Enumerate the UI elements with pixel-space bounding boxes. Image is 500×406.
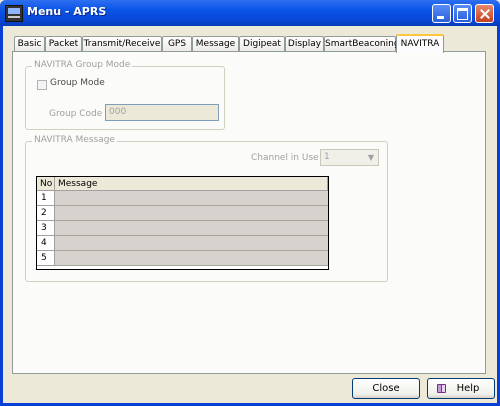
group-mode-checkbox[interactable] bbox=[37, 80, 47, 90]
table-row[interactable]: 3 bbox=[37, 221, 328, 236]
group-mode-groupbox: NAVITRA Group Mode Group Mode Group Code… bbox=[25, 60, 225, 130]
tab-panel-navitra: NAVITRA Group Mode Group Mode Group Code… bbox=[12, 51, 486, 374]
tab-packet[interactable]: Packet bbox=[45, 36, 82, 51]
app-icon bbox=[5, 5, 23, 22]
help-button-label: Help bbox=[456, 383, 480, 394]
tab-gps[interactable]: GPS bbox=[162, 36, 192, 51]
minimize-button[interactable] bbox=[432, 4, 451, 23]
window-title: Menu - APRS bbox=[27, 5, 107, 18]
close-button[interactable]: Close bbox=[352, 378, 420, 399]
help-button[interactable]: Help bbox=[427, 378, 495, 399]
tab-smartbeaconing[interactable]: SmartBeaconing bbox=[324, 36, 400, 51]
tab-message[interactable]: Message bbox=[192, 36, 239, 51]
channel-in-use-label: Channel in Use bbox=[251, 153, 319, 163]
maximize-button[interactable] bbox=[453, 4, 472, 23]
close-window-button[interactable] bbox=[475, 4, 494, 23]
message-table: No Message 1 2 3 4 5 bbox=[36, 176, 329, 270]
tab-navitra[interactable]: NAVITRA bbox=[396, 34, 444, 53]
row-number: 1 bbox=[37, 191, 55, 206]
table-row[interactable]: 2 bbox=[37, 206, 328, 221]
group-code-field[interactable]: 000 bbox=[105, 104, 219, 121]
group-mode-legend: NAVITRA Group Mode bbox=[32, 60, 133, 70]
message-cell[interactable] bbox=[55, 251, 328, 266]
message-cell[interactable] bbox=[55, 206, 328, 221]
column-header-no[interactable]: No bbox=[37, 177, 55, 191]
table-row[interactable]: 1 bbox=[37, 191, 328, 206]
tab-digipeat[interactable]: Digipeat bbox=[239, 36, 285, 51]
group-code-label: Group Code bbox=[49, 109, 103, 119]
channel-in-use-select[interactable]: 1 ▼ bbox=[320, 149, 379, 166]
table-row[interactable]: 4 bbox=[37, 236, 328, 251]
row-number: 3 bbox=[37, 221, 55, 236]
row-number: 2 bbox=[37, 206, 55, 221]
tab-basic[interactable]: Basic bbox=[14, 36, 45, 51]
message-cell[interactable] bbox=[55, 236, 328, 251]
row-number: 4 bbox=[37, 236, 55, 251]
navitra-message-legend: NAVITRA Message bbox=[32, 135, 117, 145]
message-cell[interactable] bbox=[55, 221, 328, 236]
title-bar[interactable]: Menu - APRS bbox=[0, 0, 500, 26]
message-cell[interactable] bbox=[55, 191, 328, 206]
tab-transmit-receive[interactable]: Transmit/Receive bbox=[82, 36, 162, 51]
tab-display[interactable]: Display bbox=[285, 36, 324, 51]
group-mode-label: Group Mode bbox=[50, 78, 105, 88]
channel-in-use-value: 1 bbox=[324, 152, 330, 162]
help-book-icon bbox=[437, 384, 446, 393]
row-number: 5 bbox=[37, 251, 55, 266]
chevron-down-icon[interactable]: ▼ bbox=[365, 151, 377, 165]
table-row[interactable]: 5 bbox=[37, 251, 328, 266]
column-header-message[interactable]: Message bbox=[55, 177, 328, 191]
